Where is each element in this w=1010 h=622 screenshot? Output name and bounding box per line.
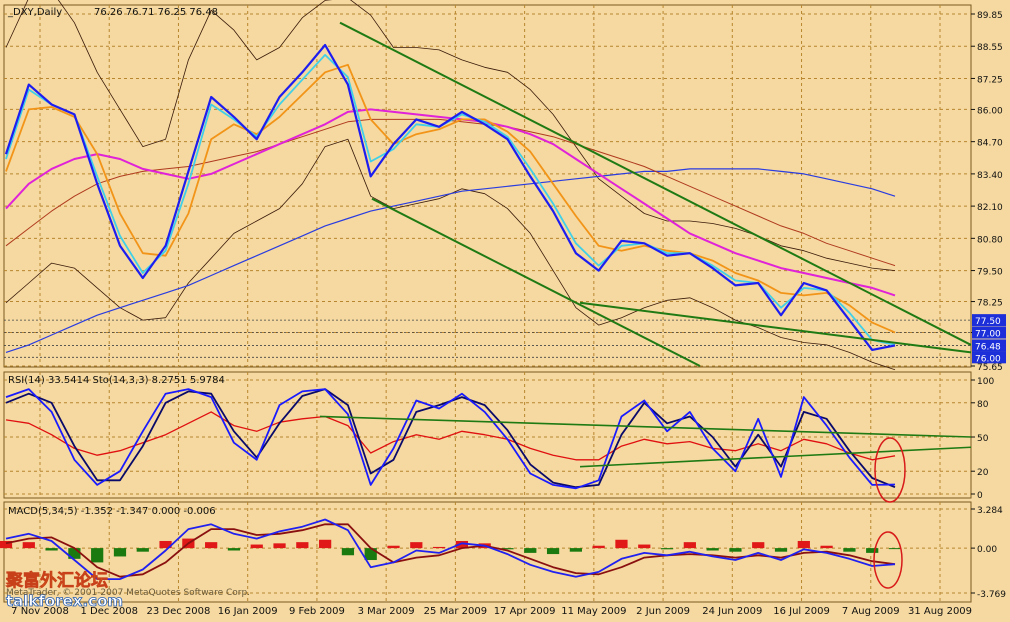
price-axis-tick-label: 83.40 (977, 171, 1003, 181)
macd-histogram-bar (432, 546, 446, 549)
price-axis-tick-label: 86.00 (977, 106, 1003, 116)
x-tick-label: 3 Mar 2009 (358, 606, 415, 617)
oscillator-axis-tick-label: 20 (977, 468, 989, 478)
price-axis-tick-label: 84.70 (977, 139, 1003, 149)
macd-histogram-bar (296, 542, 309, 549)
macd-histogram-bar (638, 544, 651, 549)
price-axis-tick-label: 78.25 (977, 299, 1003, 309)
macd-histogram-bar (113, 548, 127, 557)
macd-histogram-bar (843, 548, 856, 552)
macd-histogram-bar (205, 542, 218, 549)
macd-histogram-bar (660, 548, 674, 550)
price-level-label: 77.50 (975, 317, 1001, 327)
macd-histogram-bar (706, 548, 719, 551)
macd-axis-tick-label: -3.769 (977, 590, 1006, 600)
macd-histogram-bar (546, 548, 560, 555)
price-level-label: 77.00 (975, 330, 1001, 340)
macd-histogram-bar (866, 548, 879, 553)
x-tick-label: 25 Mar 2009 (424, 606, 487, 617)
price-axis-tick-label: 88.55 (977, 43, 1003, 53)
price-axis-tick-label: 75.65 (977, 363, 1003, 373)
macd-histogram-bar (273, 543, 286, 549)
macd-histogram-bar (888, 548, 902, 550)
x-tick-label: 7 Aug 2009 (842, 606, 900, 617)
macd-axis-tick-label: 0.00 (977, 545, 997, 555)
x-tick-label: 16 Jan 2009 (218, 606, 278, 617)
x-tick-label: 31 Aug 2009 (908, 606, 972, 617)
macd-histogram-bar (524, 548, 537, 553)
macd-histogram-bar (91, 548, 104, 563)
x-tick-label: 9 Feb 2009 (289, 606, 345, 617)
macd-histogram-bar (797, 540, 810, 549)
price-axis-tick-label: 80.80 (977, 235, 1003, 245)
price-level-label: 76.48 (975, 342, 1001, 352)
price-axis-tick-label: 82.10 (977, 203, 1003, 213)
x-tick-label: 24 Jun 2009 (702, 606, 762, 617)
macd-histogram-bar (227, 548, 241, 551)
macd-histogram-bar (22, 542, 35, 549)
macd-histogram-bar (319, 539, 332, 549)
price-axis-tick-label: 87.25 (977, 75, 1003, 85)
oscillator-axis-tick-label: 100 (977, 377, 994, 387)
macd-histogram-bar (45, 548, 58, 551)
x-tick-label: 23 Dec 2008 (147, 606, 211, 617)
price-axis-tick-label: 79.50 (977, 268, 1003, 278)
chart-background (0, 0, 1010, 618)
macd-title: MACD(5,34,5) -1.352 -1.347 0.000 -0.006 (8, 506, 216, 517)
oscillator-title: RSI(14) 33.5414 Sto(14,3,3) 8.2751 5.978… (8, 375, 225, 386)
macd-histogram-bar (569, 548, 582, 552)
macd-histogram-bar (615, 539, 628, 549)
macd-histogram-bar (774, 548, 788, 552)
price-ohlc: 76.26 76.71 76.25 76.48 (94, 7, 218, 18)
x-tick-label: 11 May 2009 (561, 606, 626, 617)
chart-root: 7 Nov 2008 1 Dec 2008 23 Dec 2008 16 Jan 20… (0, 0, 1010, 618)
macd-histogram-bar (592, 545, 605, 549)
price-level-label: 76.00 (975, 354, 1001, 364)
macd-histogram-bar (136, 548, 149, 552)
macd-histogram-bar (410, 542, 423, 549)
macd-axis-tick-label: 3.284 (977, 506, 1003, 516)
macd-histogram-bar (387, 545, 400, 549)
copyright-text: MetaTrader, © 2001-2007 MetaQuotes Softw… (6, 588, 250, 598)
macd-histogram-bar (341, 548, 355, 556)
x-tick-label: 16 Jul 2009 (773, 606, 830, 617)
x-tick-label: 17 Apr 2009 (494, 606, 556, 617)
oscillator-axis-tick-label: 0 (977, 491, 983, 501)
macd-histogram-bar (820, 545, 833, 549)
price-axis-tick-label: 89.85 (977, 11, 1003, 21)
macd-histogram-bar (250, 544, 263, 549)
price-title: _DXY,Daily (7, 7, 62, 18)
oscillator-axis-tick-label: 50 (977, 434, 989, 444)
oscillator-axis-tick-label: 80 (977, 400, 989, 410)
macd-histogram-bar (683, 542, 696, 549)
macd-histogram-bar (752, 542, 765, 549)
macd-histogram-bar (729, 548, 742, 552)
x-tick-label: 2 Jun 2009 (636, 606, 690, 617)
chart-canvas: 7 Nov 2008 1 Dec 2008 23 Dec 2008 16 Jan 20… (0, 0, 1010, 618)
